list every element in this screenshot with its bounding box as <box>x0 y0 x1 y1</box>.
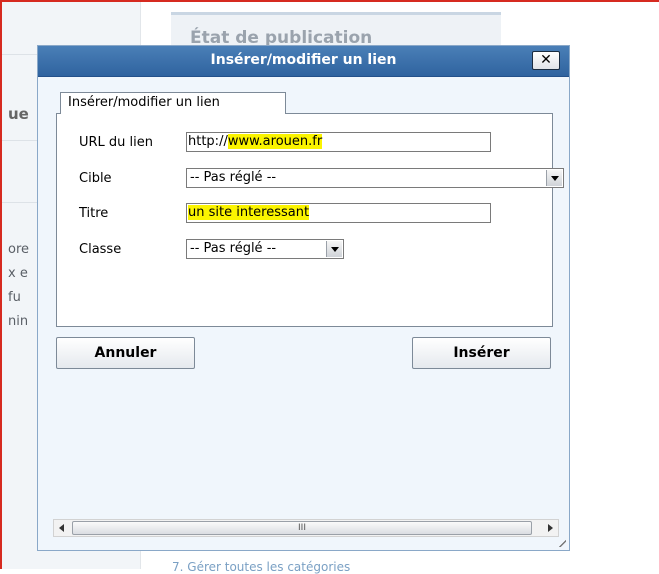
horizontal-scrollbar[interactable]: III <box>53 519 559 537</box>
tab-insert-link[interactable]: Insérer/modifier un lien <box>60 92 286 114</box>
target-label: Cible <box>79 171 112 186</box>
target-select[interactable]: -- Pas réglé -- <box>186 168 564 188</box>
resize-grip-icon[interactable] <box>557 538 566 547</box>
tab-panel: URL du lien http://www.arouen.fr Cible -… <box>56 113 564 327</box>
sidebar-fragment: x e <box>8 266 28 281</box>
scrollbar-thumb[interactable]: III <box>72 521 532 535</box>
cancel-button[interactable]: Annuler <box>56 337 195 369</box>
title-value: un site interessant <box>188 205 310 220</box>
url-prefix: http:// <box>188 134 228 149</box>
sidebar-fragment: ore <box>8 242 30 257</box>
sidebar-fragment: fu <box>8 290 21 305</box>
url-label: URL du lien <box>79 135 154 150</box>
scroll-right-icon[interactable] <box>548 524 553 532</box>
dialog-title: Insérer/modifier un lien <box>210 52 397 68</box>
url-input[interactable]: http://www.arouen.fr <box>186 132 491 152</box>
close-button[interactable]: ✕ <box>532 51 560 70</box>
insert-button[interactable]: Insérer <box>412 337 551 369</box>
sidebar-fragment: ue <box>8 105 29 123</box>
title-input[interactable]: un site interessant <box>186 203 491 223</box>
background-category-link[interactable]: 7. Gérer toutes les catégories <box>172 560 350 574</box>
dialog-titlebar[interactable]: Insérer/modifier un lien ✕ <box>38 46 569 77</box>
url-value: www.arouen.fr <box>227 134 323 149</box>
class-select[interactable]: -- Pas réglé -- <box>186 239 344 259</box>
chevron-down-icon <box>326 241 342 257</box>
target-value: -- Pas réglé -- <box>190 170 277 185</box>
link-dialog: Insérer/modifier un lien ✕ Insérer/modif… <box>37 45 570 551</box>
sidebar-fragment: nin <box>8 314 29 329</box>
title-label: Titre <box>79 206 109 221</box>
chevron-down-icon <box>546 170 562 186</box>
scroll-left-icon[interactable] <box>59 524 64 532</box>
class-label: Classe <box>79 242 122 257</box>
close-icon: ✕ <box>540 52 552 68</box>
class-value: -- Pas réglé -- <box>190 241 277 256</box>
